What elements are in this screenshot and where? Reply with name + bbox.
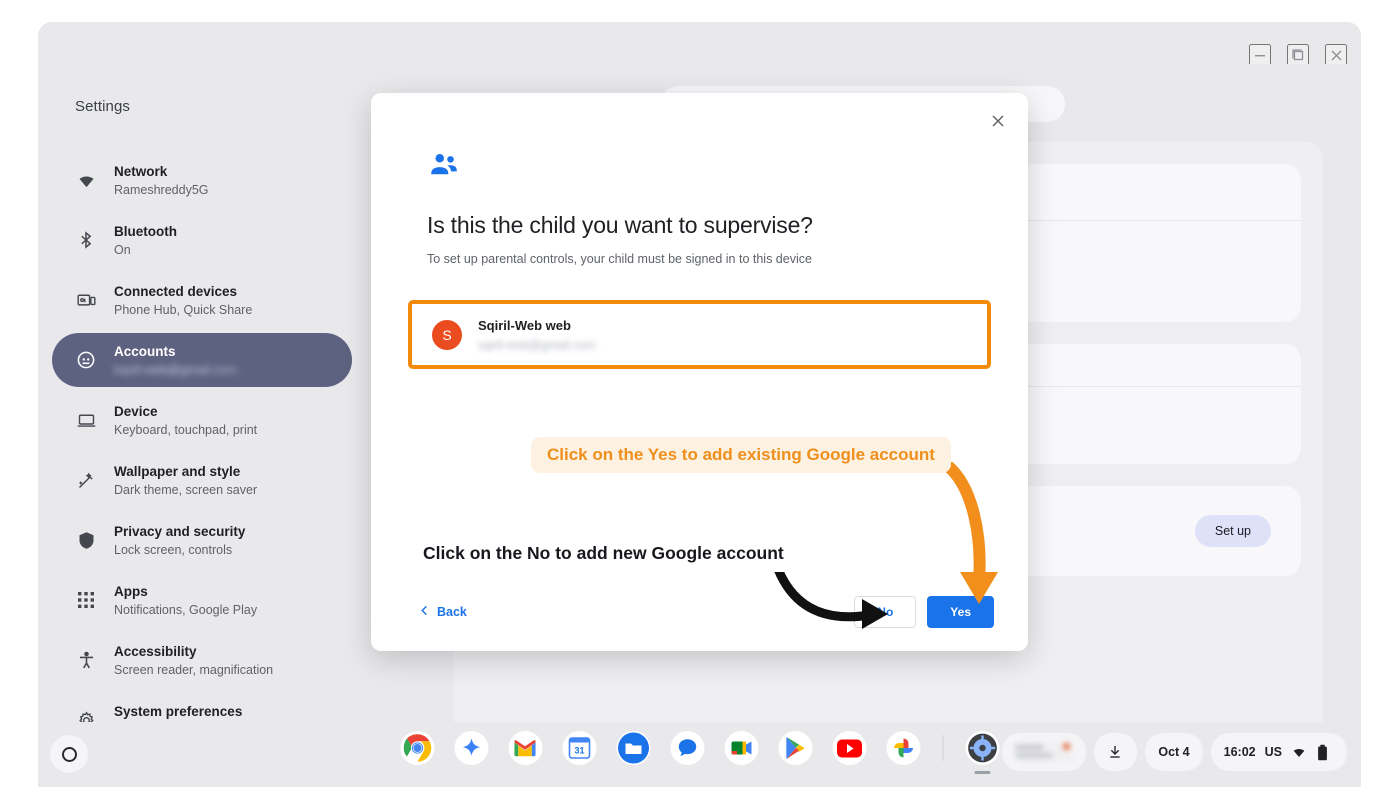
shelf-app-chrome[interactable] (400, 731, 434, 765)
sidebar-item-sublabel: Keyboard, touchpad, print (114, 422, 258, 437)
sidebar-item-label: Accessibility (114, 643, 197, 659)
launcher-circle-icon[interactable] (50, 735, 88, 773)
maximize-icon[interactable] (1287, 44, 1309, 66)
date-tray-button[interactable]: Oct 4 (1145, 733, 1203, 771)
supervised-user-icon (427, 148, 461, 182)
tray-time: 16:02 (1223, 745, 1256, 759)
avatar: S (432, 319, 462, 350)
wifi-icon (74, 168, 98, 192)
status-tray-button[interactable]: 16:02 US (1210, 733, 1347, 771)
laptop-icon (74, 408, 98, 432)
connected-devices-icon (74, 288, 98, 312)
apps-grid-icon (74, 588, 98, 612)
sidebar-item-label: Privacy and security (114, 523, 246, 539)
sidebar-item-label: Wallpaper and style (114, 463, 241, 479)
window-controls (1249, 44, 1347, 66)
sidebar-item-device[interactable]: Device Keyboard, touchpad, print (52, 393, 352, 447)
window-titlebar (38, 22, 1361, 66)
system-tray: Oct 4 16:02 US (1002, 733, 1347, 771)
shield-icon (74, 528, 98, 552)
sidebar-item-system-preferences[interactable]: System preferences Storage, power, langu… (52, 693, 352, 722)
gear-icon (74, 708, 98, 722)
sidebar-item-accounts[interactable]: Accounts bqriil-web@gmail.com (52, 333, 352, 387)
sidebar-item-network[interactable]: Network Rameshreddy5G (52, 153, 352, 207)
shelf-app-settings[interactable] (965, 731, 999, 765)
dialog-body: Is this the child you want to supervise?… (371, 93, 1028, 266)
shelf-app-messages[interactable] (670, 731, 704, 765)
sidebar-item-sublabel: Notifications, Google Play (114, 602, 258, 617)
sidebar-item-label: Connected devices (114, 283, 238, 299)
sidebar-item-label: System preferences (114, 703, 243, 719)
sidebar-item-label: Bluetooth (114, 223, 177, 239)
settings-sidebar: Settings Network Rameshreddy5G Bluetooth… (38, 64, 368, 722)
sidebar-item-sublabel: On (114, 242, 131, 257)
sidebar-item-label: Network (114, 163, 168, 179)
shelf-app-play-store[interactable] (778, 731, 812, 765)
notification-preview (1015, 741, 1074, 763)
sidebar-item-sublabel: bqriil-web@gmail.com (114, 362, 238, 377)
no-callout: Click on the No to add new Google accoun… (407, 535, 800, 572)
sidebar-item-sublabel: Lock screen, controls (114, 542, 233, 557)
sidebar-item-label: Accounts (114, 343, 176, 359)
sidebar-item-sublabel: Phone Hub, Quick Share (114, 302, 253, 317)
svg-text:31: 31 (574, 745, 584, 755)
sidebar-item-privacy-and-security[interactable]: Privacy and security Lock screen, contro… (52, 513, 352, 567)
dialog-footer: Back No Yes (371, 573, 1028, 651)
close-icon[interactable] (1325, 44, 1347, 66)
tray-date: Oct 4 (1158, 745, 1190, 759)
wifi-icon (1291, 744, 1308, 761)
sidebar-item-wallpaper-and-style[interactable]: Wallpaper and style Dark theme, screen s… (52, 453, 352, 507)
shelf-app-files[interactable] (616, 731, 650, 765)
sidebar-item-sublabel: Rameshreddy5G (114, 182, 209, 197)
shelf: 31 Oct 4 16:02 US (38, 722, 1361, 787)
minimize-icon[interactable] (1249, 44, 1271, 66)
account-email: sqiril-web@gmail.com (478, 338, 596, 352)
sidebar-item-label: Device (114, 403, 158, 419)
accessibility-icon (74, 648, 98, 672)
download-icon (1107, 744, 1124, 761)
back-button-label: Back (437, 605, 467, 619)
no-button[interactable]: No (854, 596, 917, 628)
dialog-title: Is this the child you want to supervise? (427, 212, 813, 238)
dialog-subtitle: To set up parental controls, your child … (427, 252, 812, 266)
battery-icon (1317, 744, 1334, 761)
yes-callout: Click on the Yes to add existing Google … (531, 437, 951, 473)
set-up-button[interactable]: Set up (1194, 515, 1271, 547)
shelf-app-calendar[interactable]: 31 (562, 731, 596, 765)
accounts-icon (74, 348, 98, 372)
download-tray-button[interactable] (1094, 733, 1138, 771)
notification-pill[interactable] (1002, 733, 1087, 771)
shelf-separator (942, 735, 943, 761)
shelf-app-gmail[interactable] (508, 731, 542, 765)
shelf-app-gemini[interactable] (454, 731, 488, 765)
sidebar-item-apps[interactable]: Apps Notifications, Google Play (52, 573, 352, 627)
chevron-left-icon (419, 605, 430, 619)
shelf-app-list: 31 (400, 731, 999, 765)
screen: Settings Network Rameshreddy5G Bluetooth… (0, 0, 1399, 787)
close-icon[interactable] (985, 108, 1011, 134)
yes-button[interactable]: Yes (927, 596, 994, 628)
sidebar-item-sublabel: Dark theme, screen saver (114, 482, 258, 497)
sidebar-nav: Network Rameshreddy5G Bluetooth On Conne… (38, 153, 368, 722)
page-title: Settings (75, 98, 130, 115)
shelf-app-photos[interactable] (886, 731, 920, 765)
sidebar-item-connected-devices[interactable]: Connected devices Phone Hub, Quick Share (52, 273, 352, 327)
wallpaper-icon (74, 468, 98, 492)
dialog-action-buttons: No Yes (854, 596, 994, 628)
sidebar-item-label: Apps (114, 583, 148, 599)
shelf-app-meet[interactable] (724, 731, 758, 765)
account-name: Sqiril-Web web (478, 318, 571, 333)
tray-locale: US (1264, 745, 1282, 759)
sidebar-item-accessibility[interactable]: Accessibility Screen reader, magnificati… (52, 633, 352, 687)
sidebar-item-bluetooth[interactable]: Bluetooth On (52, 213, 352, 267)
bluetooth-icon (74, 228, 98, 252)
shelf-app-youtube[interactable] (832, 731, 866, 765)
sidebar-item-sublabel: Screen reader, magnification (114, 662, 274, 677)
child-account-row[interactable]: S Sqiril-Web web sqiril-web@gmail.com (408, 300, 991, 369)
back-button[interactable]: Back (405, 597, 481, 627)
